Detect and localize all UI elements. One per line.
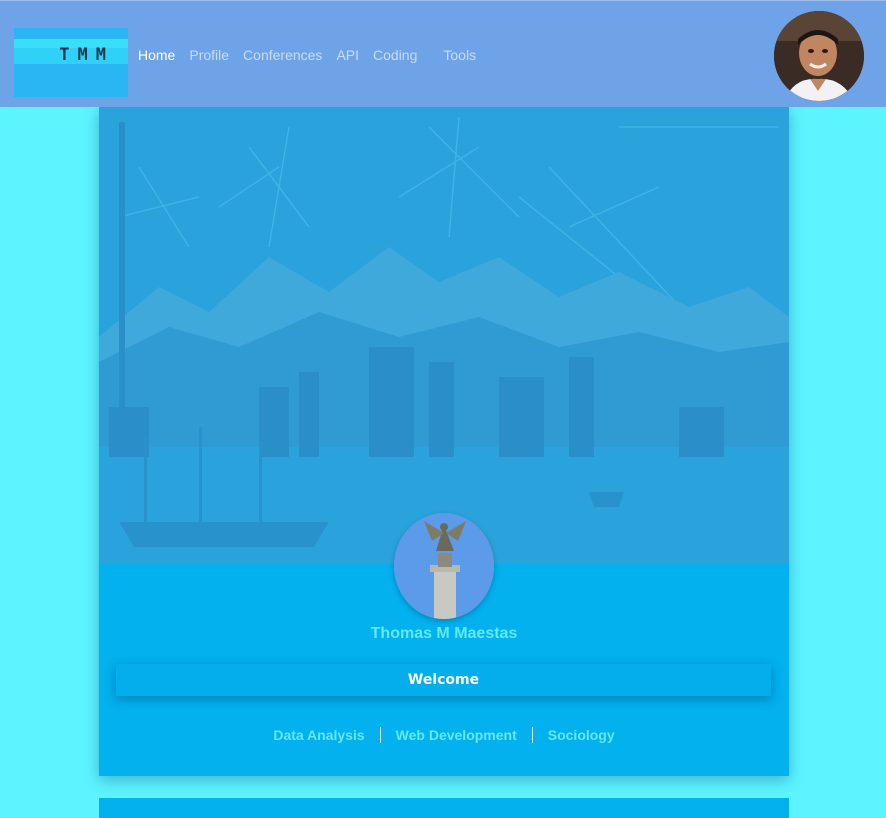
profile-image <box>394 513 494 619</box>
statue-photo <box>394 513 494 619</box>
tag-web-development: Web Development <box>395 727 517 743</box>
nav-home[interactable]: Home <box>138 47 175 63</box>
tag-sociology: Sociology <box>547 727 615 743</box>
nav-api[interactable]: API <box>336 47 359 63</box>
hero-banner-image <box>99 107 789 564</box>
interest-tags: Data Analysis Web Development Sociology <box>99 727 789 743</box>
profile-name: Thomas M Maestas <box>370 625 518 642</box>
avatar-photo <box>774 11 864 101</box>
main-nav: Home Profile Conferences API Coding Tool… <box>138 47 476 63</box>
site-logo[interactable]: TMM <box>14 28 128 97</box>
tag-data-analysis: Data Analysis <box>273 727 365 743</box>
profile-card: Thomas M Maestas Welcome Data Analysis W… <box>99 107 789 776</box>
city-mountain-illustration <box>99 107 789 564</box>
next-section-card <box>99 798 789 818</box>
nav-coding[interactable]: Coding <box>373 47 417 63</box>
logo-text: TMM <box>59 45 114 65</box>
nav-tools[interactable]: Tools <box>443 47 476 63</box>
top-navbar: TMM Home Profile Conferences API Coding … <box>0 0 886 107</box>
welcome-banner: Welcome <box>116 664 771 696</box>
nav-profile[interactable]: Profile <box>189 47 229 63</box>
nav-conferences[interactable]: Conferences <box>243 47 322 63</box>
user-avatar[interactable] <box>774 11 864 101</box>
